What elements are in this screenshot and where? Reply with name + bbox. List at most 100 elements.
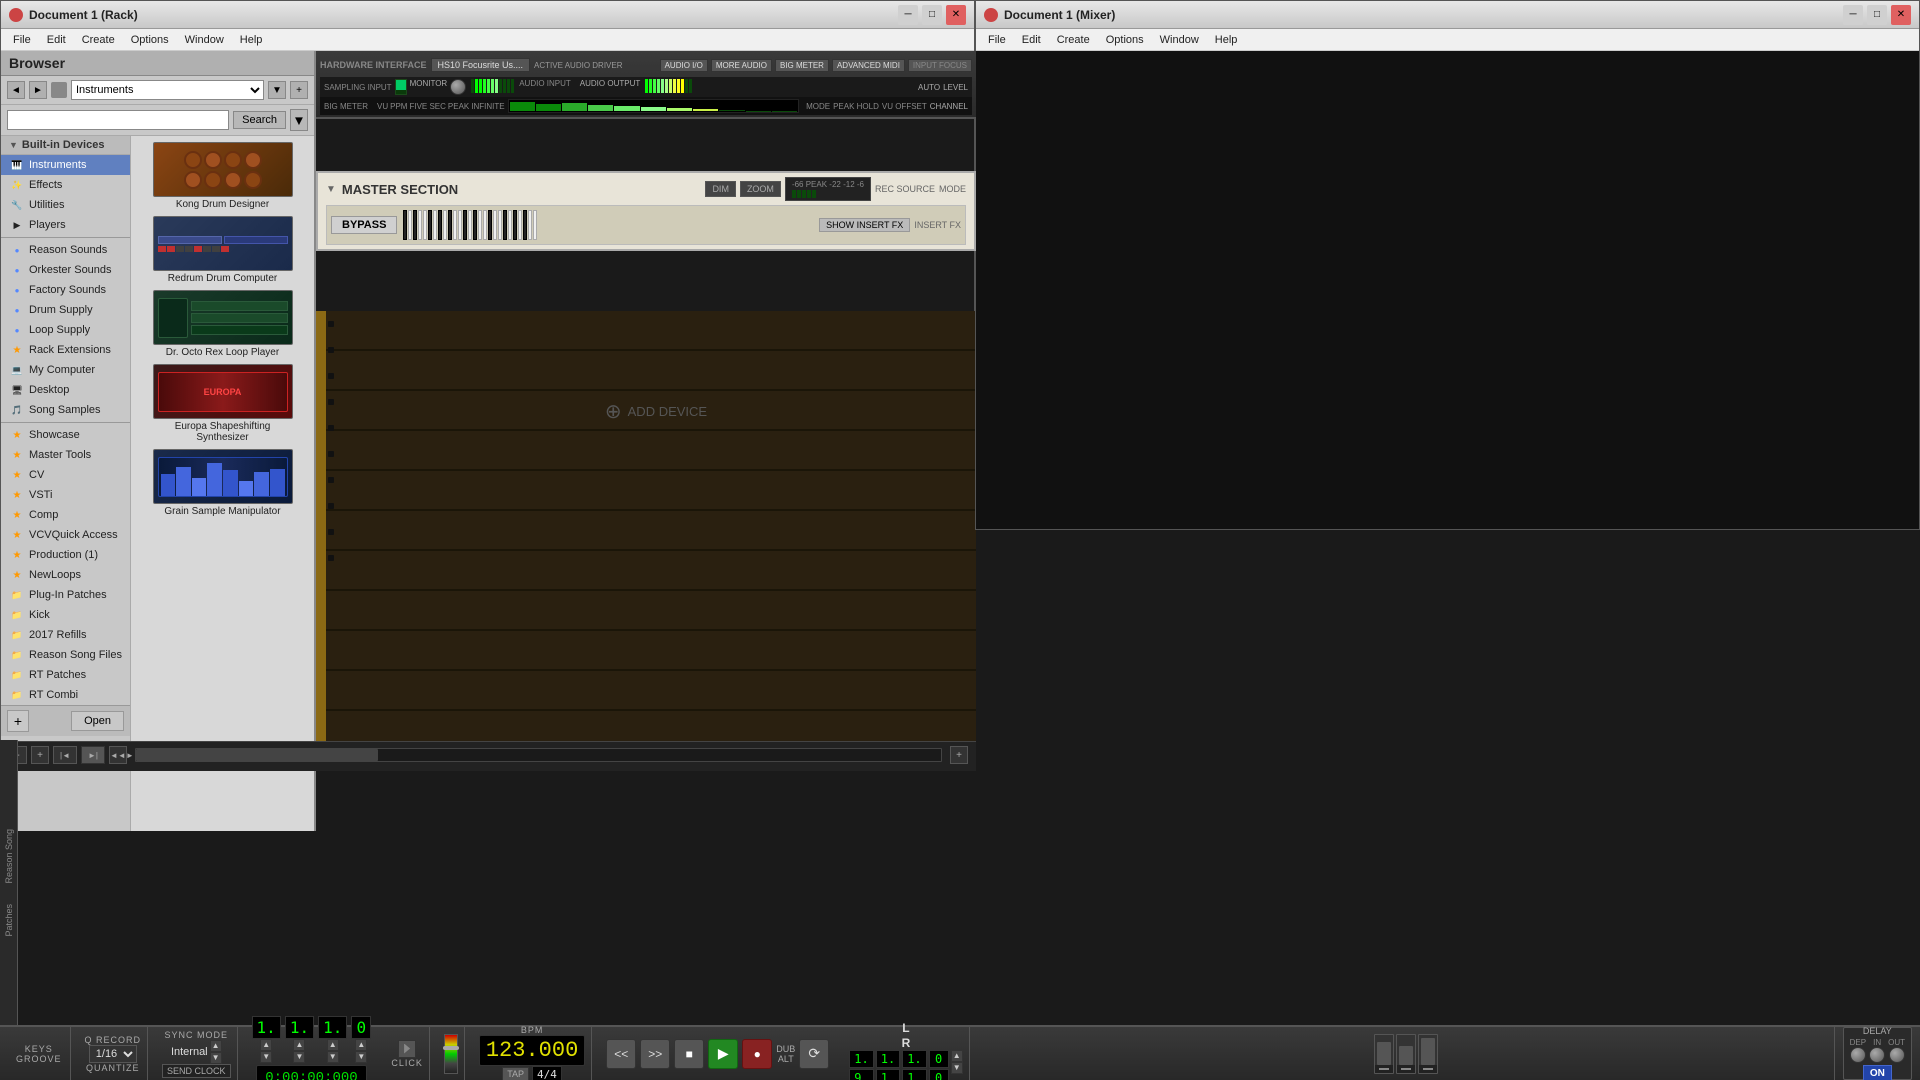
dep-knob[interactable] [1850,1047,1866,1063]
add-device-area[interactable]: ⊕ ADD DEVICE [336,311,976,511]
search-input[interactable] [7,110,229,130]
master-dim-button[interactable]: DIM [705,181,736,197]
tree-item-rack-extensions[interactable]: ★ Rack Extensions [1,340,130,360]
tree-item-desktop[interactable]: 🖥 Desktop [1,380,130,400]
send-clock-button[interactable]: SEND CLOCK [162,1064,231,1078]
search-button[interactable]: Search [233,111,286,129]
tree-item-reason-song-files[interactable]: 📁 Reason Song Files [1,645,130,665]
tree-item-showcase[interactable]: ★ Showcase [1,425,130,445]
tree-item-master-tools[interactable]: ★ Master Tools [1,445,130,465]
tree-item-newloops[interactable]: ★ NewLoops [1,565,130,585]
monitor-knob[interactable] [450,79,466,95]
quantize-select[interactable]: 1/16 1/8 1/4 [89,1045,137,1063]
rack-menu-options[interactable]: Options [123,32,177,48]
mixer-channel-2[interactable] [1396,1034,1416,1074]
tree-item-plugin-patches[interactable]: 📁 Plug-In Patches [1,585,130,605]
audio-io-button[interactable]: AUDIO I/O [660,59,708,72]
rack-close-button[interactable]: ✕ [946,5,966,25]
record-button[interactable]: ● [742,1039,772,1069]
bar-down[interactable]: ▼ [260,1051,272,1063]
browser-forward-button[interactable]: ► [29,81,47,99]
bypass-button[interactable]: BYPASS [331,216,397,234]
input-focus-button[interactable]: INPUT FOCUS [908,59,972,72]
mixer-minimize-button[interactable]: ─ [1843,5,1863,25]
tree-item-production[interactable]: ★ Production (1) [1,545,130,565]
browser-location-options[interactable]: ▼ [268,81,286,99]
beat-down[interactable]: ▼ [293,1051,305,1063]
mixer-menu-options[interactable]: Options [1098,32,1152,48]
mixer-maximize-button[interactable]: □ [1867,5,1887,25]
tap-button[interactable]: TAP [502,1067,529,1080]
stop-button[interactable]: ■ [674,1039,704,1069]
bpm-display[interactable]: 123.000 [479,1035,585,1066]
built-in-devices-header[interactable]: ▼ Built-in Devices [1,136,130,155]
beat-up[interactable]: ▲ [293,1039,305,1051]
mixer-channel-3[interactable] [1418,1034,1438,1074]
tree-item-kick[interactable]: 📁 Kick [1,605,130,625]
more-audio-button[interactable]: MORE AUDIO [711,59,772,72]
tree-item-orkester-sounds[interactable]: ● Orkester Sounds [1,260,130,280]
master-zoom-button[interactable]: ZOOM [740,181,781,197]
mixer-menu-file[interactable]: File [980,32,1014,48]
lr-down[interactable]: ▼ [951,1062,963,1074]
tree-item-drum-supply[interactable]: ● Drum Supply [1,300,130,320]
rack-maximize-button[interactable]: □ [922,5,942,25]
offset-up[interactable]: ▲ [355,1039,367,1051]
offset-down[interactable]: ▼ [355,1051,367,1063]
tree-item-factory-sounds[interactable]: ● Factory Sounds [1,280,130,300]
sync-mode-up[interactable]: ▲ [210,1040,222,1052]
instrument-card-grain[interactable]: Grain Sample Manipulator [135,447,310,519]
rack-minimize-button[interactable]: ─ [898,5,918,25]
forward-button[interactable]: >> [640,1039,670,1069]
tree-item-players[interactable]: ▶ Players [1,215,130,235]
tick-up[interactable]: ▲ [327,1039,339,1051]
browser-location-select[interactable]: Instruments [71,80,264,100]
play-button[interactable]: ▶ [708,1039,738,1069]
tree-item-rt-patches[interactable]: 📁 RT Patches [1,665,130,685]
mixer-close-button[interactable]: ✕ [1891,5,1911,25]
master-section-collapse[interactable]: ▼ [326,184,336,195]
tree-item-rt-combi[interactable]: 📁 RT Combi [1,685,130,705]
mixer-channel-1[interactable] [1374,1034,1394,1074]
zoom-in-button[interactable]: + [31,746,49,764]
search-options-button[interactable]: ▼ [290,109,308,131]
mixer-menu-edit[interactable]: Edit [1014,32,1049,48]
tree-item-vcvquick[interactable]: ★ VCVQuick Access [1,525,130,545]
tree-item-cv[interactable]: ★ CV [1,465,130,485]
bar-up[interactable]: ▲ [260,1039,272,1051]
mixer-menu-create[interactable]: Create [1049,32,1098,48]
loop-button[interactable]: ⟳ [799,1039,829,1069]
click-icon[interactable] [398,1040,416,1058]
instrument-card-redrum[interactable]: Redrum Drum Computer [135,214,310,286]
open-button[interactable]: Open [71,711,124,731]
lr-up[interactable]: ▲ [951,1050,963,1062]
rack-menu-window[interactable]: Window [177,32,232,48]
browser-back-button[interactable]: ◄ [7,81,25,99]
rack-menu-file[interactable]: File [5,32,39,48]
tree-item-comp[interactable]: ★ Comp [1,505,130,525]
add-track-button[interactable]: + [950,746,968,764]
in-knob[interactable] [1869,1047,1885,1063]
tick-down[interactable]: ▼ [327,1051,339,1063]
big-meter-button[interactable]: BIG METER [775,59,829,72]
mixer-menu-help[interactable]: Help [1207,32,1246,48]
rack-to-end-button[interactable]: ►| [81,746,105,764]
show-insert-fx-button[interactable]: SHOW INSERT FX [819,218,910,232]
tree-item-loop-supply[interactable]: ● Loop Supply [1,320,130,340]
tree-item-utilities[interactable]: 🔧 Utilities [1,195,130,215]
tree-item-reason-sounds[interactable]: ● Reason Sounds [1,240,130,260]
sync-mode-down[interactable]: ▼ [210,1052,222,1064]
rack-to-start-button[interactable]: |◄ [53,746,77,764]
tree-item-refills-2017[interactable]: 📁 2017 Refills [1,625,130,645]
add-location-button[interactable]: + [7,710,29,732]
delay-on-button[interactable]: ON [1863,1065,1892,1080]
tree-item-song-samples[interactable]: 🎵 Song Samples [1,400,130,420]
click-level-slider[interactable] [444,1034,458,1074]
rack-menu-create[interactable]: Create [74,32,123,48]
rack-menu-help[interactable]: Help [232,32,271,48]
instrument-card-europa[interactable]: EUROPA Europa Shapeshifting Synthesizer [135,362,310,445]
rack-scroll-left[interactable]: ◄◄► [109,746,127,764]
advanced-midi-button[interactable]: ADVANCED MIDI [832,59,905,72]
tree-item-instruments[interactable]: 🎹 Instruments [1,155,130,175]
mixer-menu-window[interactable]: Window [1152,32,1207,48]
